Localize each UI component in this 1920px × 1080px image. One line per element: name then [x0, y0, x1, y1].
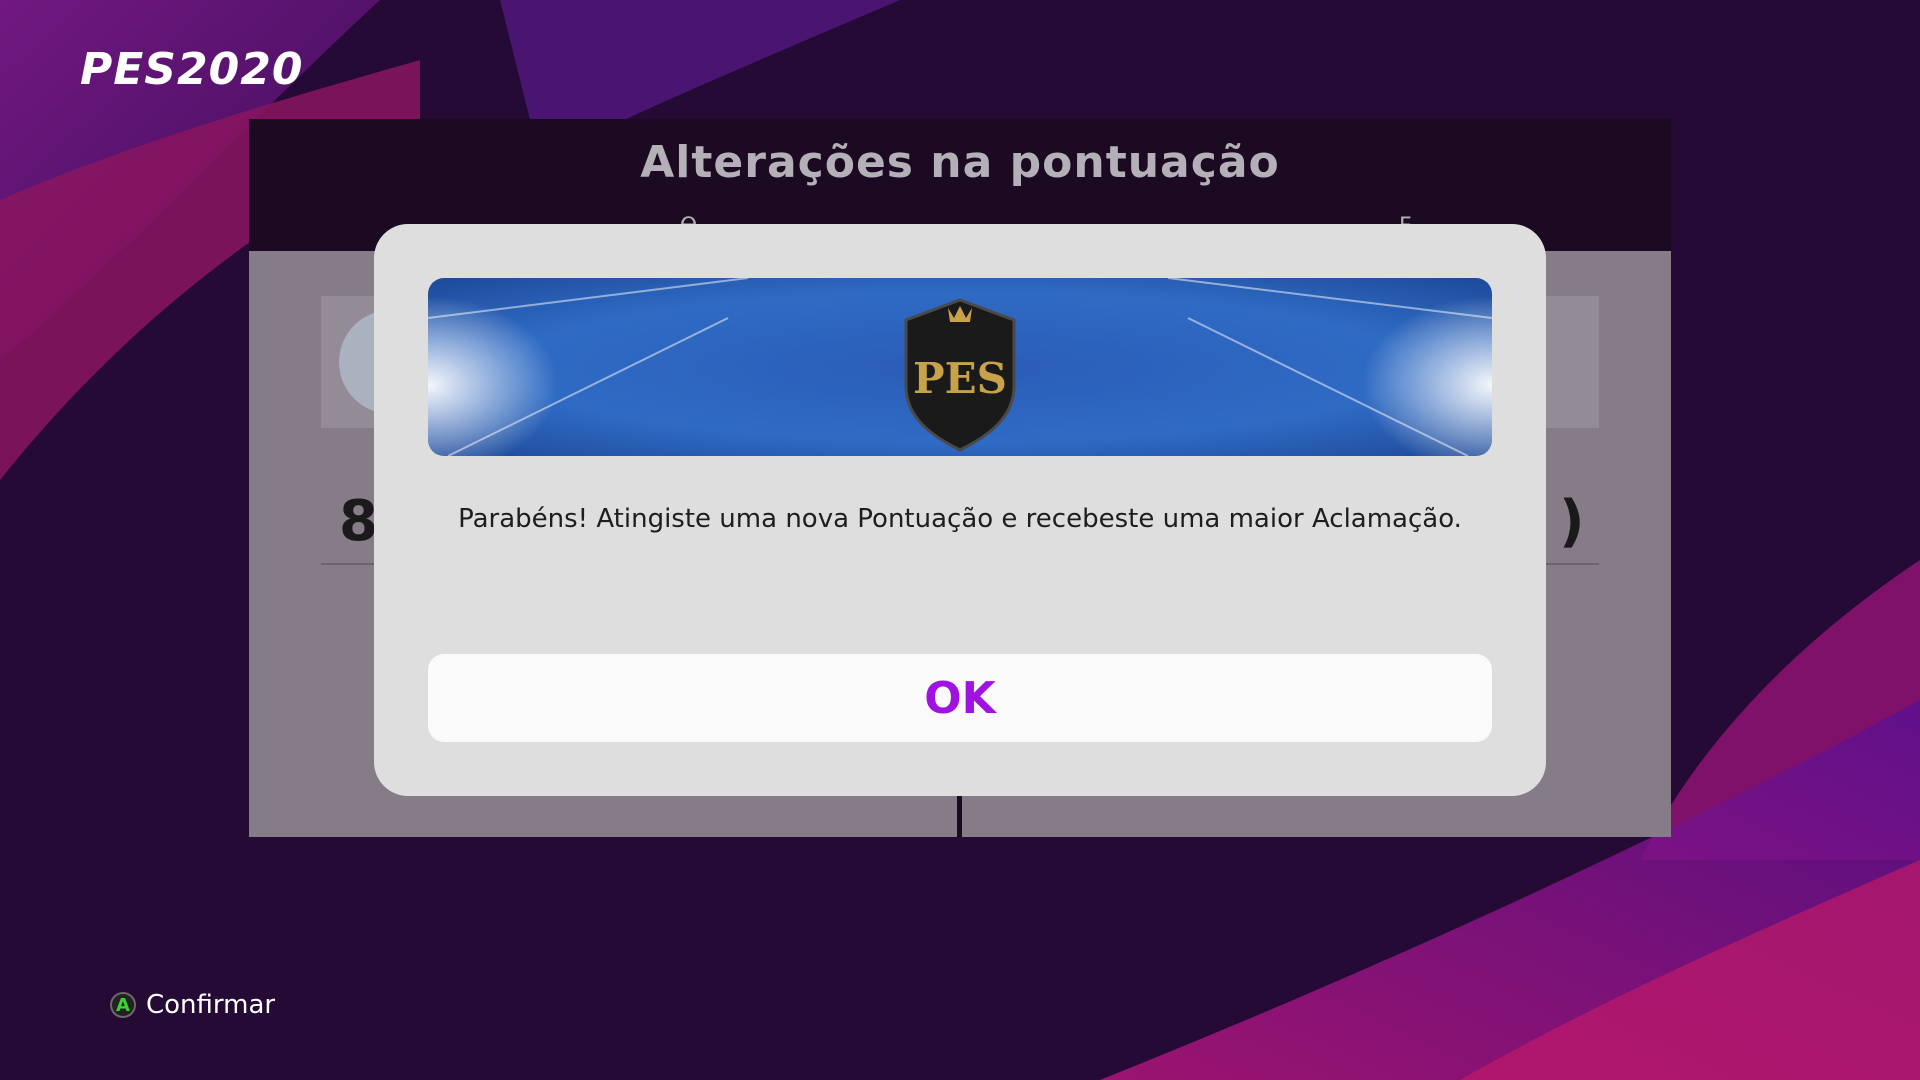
a-button-icon: A — [110, 992, 136, 1018]
acclaim-dialog: PES Parabéns! Atingiste uma nova Pontuaç… — [374, 224, 1546, 796]
ok-button[interactable]: OK — [428, 654, 1492, 742]
right-score: ) — [1559, 489, 1585, 554]
dialog-message: Parabéns! Atingiste uma nova Pontuação e… — [458, 504, 1462, 534]
panel-title: Alterações na pontuação — [640, 137, 1280, 188]
confirm-hint[interactable]: A Confirmar — [110, 990, 275, 1020]
svg-text:PES: PES — [913, 354, 1007, 403]
left-score: 8 — [339, 489, 378, 554]
confirm-label: Confirmar — [146, 990, 276, 1020]
pes2020-logo: PES2020 — [80, 44, 304, 95]
stadium-banner: PES — [428, 278, 1492, 456]
ok-button-label: OK — [924, 672, 996, 724]
